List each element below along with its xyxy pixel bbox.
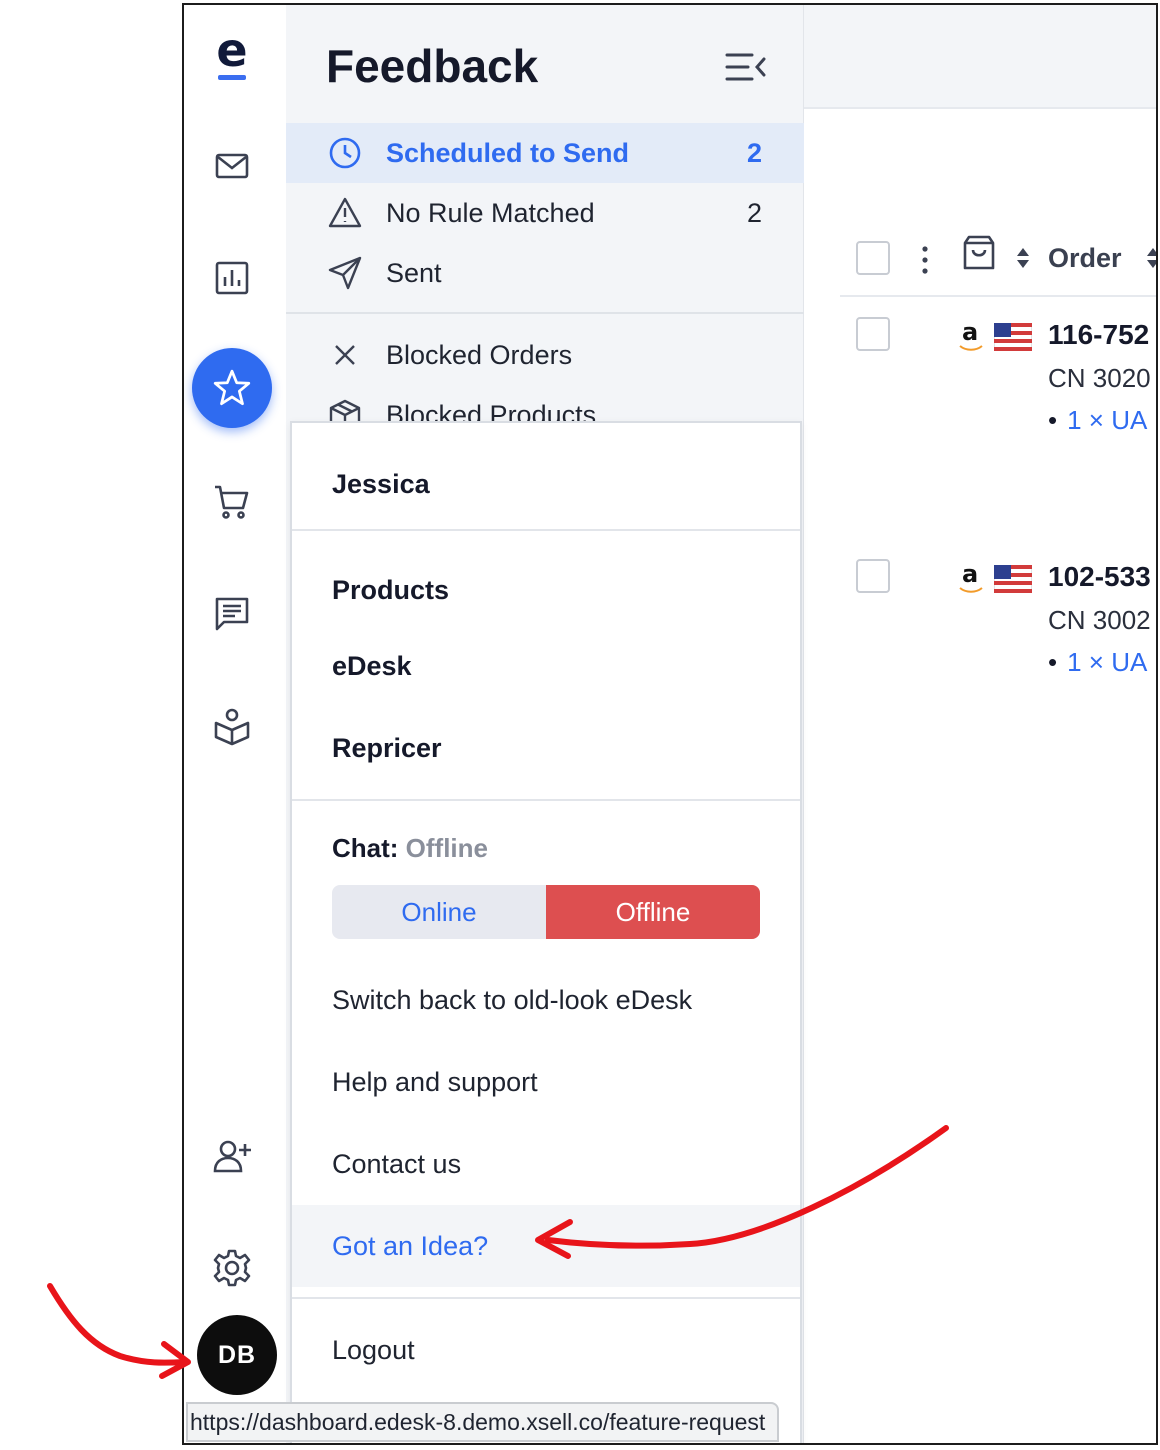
- chat-label-text: Chat:: [332, 833, 399, 863]
- folder-no-rule-matched[interactable]: No Rule Matched 2: [286, 183, 804, 243]
- user-avatar[interactable]: DB: [197, 1315, 277, 1395]
- folder-label: Scheduled to Send: [386, 137, 630, 168]
- menu-divider: [292, 799, 800, 801]
- order-item-text: 1 × UA: [1067, 647, 1148, 677]
- message-icon[interactable]: [207, 589, 257, 639]
- header-divider: [840, 295, 1156, 297]
- bullet: •: [1048, 647, 1058, 677]
- folder-label: Sent: [386, 257, 442, 288]
- menu-edesk-link[interactable]: eDesk: [332, 651, 412, 682]
- menu-user-name: Jessica: [332, 469, 430, 499]
- edesk-logo[interactable]: e: [212, 27, 252, 83]
- bullet: •: [1048, 405, 1058, 435]
- main-header: [804, 5, 1156, 109]
- switch-old-look-link[interactable]: Switch back to old-look eDesk: [332, 985, 692, 1016]
- url-status-bar: https://dashboard.edesk-8.demo.xsell.co/…: [186, 1402, 780, 1442]
- contact-us-link[interactable]: Contact us: [332, 1149, 461, 1180]
- annotation-arrow-avatar: [47, 1283, 189, 1366]
- chat-offline-option[interactable]: Offline: [546, 885, 760, 939]
- gear-icon[interactable]: [207, 1243, 257, 1293]
- us-flag-icon: [994, 323, 1032, 351]
- cart-icon[interactable]: [207, 477, 257, 527]
- row-checkbox[interactable]: [856, 317, 890, 351]
- amazon-logo-icon: a: [962, 318, 979, 346]
- help-support-link[interactable]: Help and support: [332, 1067, 538, 1098]
- feedback-star-button[interactable]: [192, 348, 272, 428]
- folder-scheduled-to-send[interactable]: Scheduled to Send 2: [286, 123, 804, 183]
- order-id[interactable]: 102-533: [1048, 561, 1151, 593]
- folder-count: 2: [746, 137, 762, 168]
- logout-link[interactable]: Logout: [332, 1335, 415, 1366]
- learning-icon[interactable]: [207, 701, 257, 751]
- panel-divider: [286, 312, 804, 314]
- folder-sent[interactable]: Sent: [286, 243, 804, 303]
- icon-rail: e DB: [184, 5, 282, 1443]
- order-item-text: 1 × UA: [1067, 405, 1148, 435]
- folder-blocked-orders[interactable]: Blocked Orders: [286, 325, 804, 385]
- sort-icon[interactable]: [1016, 247, 1030, 269]
- collapse-panel-icon[interactable]: [724, 49, 768, 85]
- got-an-idea-link[interactable]: Got an Idea?: [332, 1231, 488, 1262]
- folder-label: Blocked Orders: [386, 339, 573, 370]
- send-icon: [328, 256, 362, 290]
- menu-divider: [292, 529, 800, 531]
- more-options-icon[interactable]: [922, 245, 928, 275]
- select-all-checkbox[interactable]: [856, 241, 890, 275]
- user-menu: Jessica Products eDesk Repricer Chat: Of…: [290, 421, 802, 1443]
- main-content: Order a 116-752 CN 3020 • 1 × UA a 102-53…: [804, 5, 1156, 1443]
- chat-status-toggle[interactable]: Online Offline: [332, 885, 760, 939]
- chat-online-option[interactable]: Online: [332, 885, 546, 939]
- folder-count: 2: [746, 197, 762, 228]
- order-item-link[interactable]: • 1 × UA: [1048, 405, 1147, 436]
- amazon-logo-icon: a: [962, 560, 979, 588]
- chat-status-label: Chat: Offline: [332, 833, 488, 864]
- star-icon: [213, 369, 251, 406]
- close-icon: [328, 338, 362, 372]
- row-checkbox[interactable]: [856, 559, 890, 593]
- menu-repricer-link[interactable]: Repricer: [332, 733, 442, 764]
- order-column-header[interactable]: Order: [1048, 243, 1122, 274]
- app-window: e DB Feedback Scheduled to Send 2 No Rul…: [182, 3, 1158, 1445]
- menu-divider: [292, 1297, 800, 1299]
- panel-title: Feedback: [326, 40, 539, 92]
- logo-letter: e: [216, 23, 248, 77]
- us-flag-icon: [994, 565, 1032, 593]
- amazon-smile-icon: [959, 345, 983, 351]
- order-customer-number: CN 3020: [1048, 363, 1151, 393]
- order-sort-icon[interactable]: [1146, 247, 1156, 269]
- menu-products-heading: Products: [332, 575, 450, 605]
- order-id[interactable]: 116-752: [1048, 319, 1149, 351]
- order-item-link[interactable]: • 1 × UA: [1048, 647, 1147, 678]
- order-customer-number: CN 3002: [1048, 605, 1151, 635]
- analytics-icon[interactable]: [207, 253, 257, 303]
- chat-status-value: Offline: [405, 833, 489, 863]
- amazon-smile-icon: [959, 587, 983, 593]
- bag-icon: [962, 235, 996, 271]
- folder-label: No Rule Matched: [386, 197, 595, 228]
- clock-icon: [328, 136, 362, 170]
- add-user-icon[interactable]: [207, 1131, 257, 1181]
- mail-icon[interactable]: [207, 141, 257, 191]
- warning-icon: [328, 196, 362, 230]
